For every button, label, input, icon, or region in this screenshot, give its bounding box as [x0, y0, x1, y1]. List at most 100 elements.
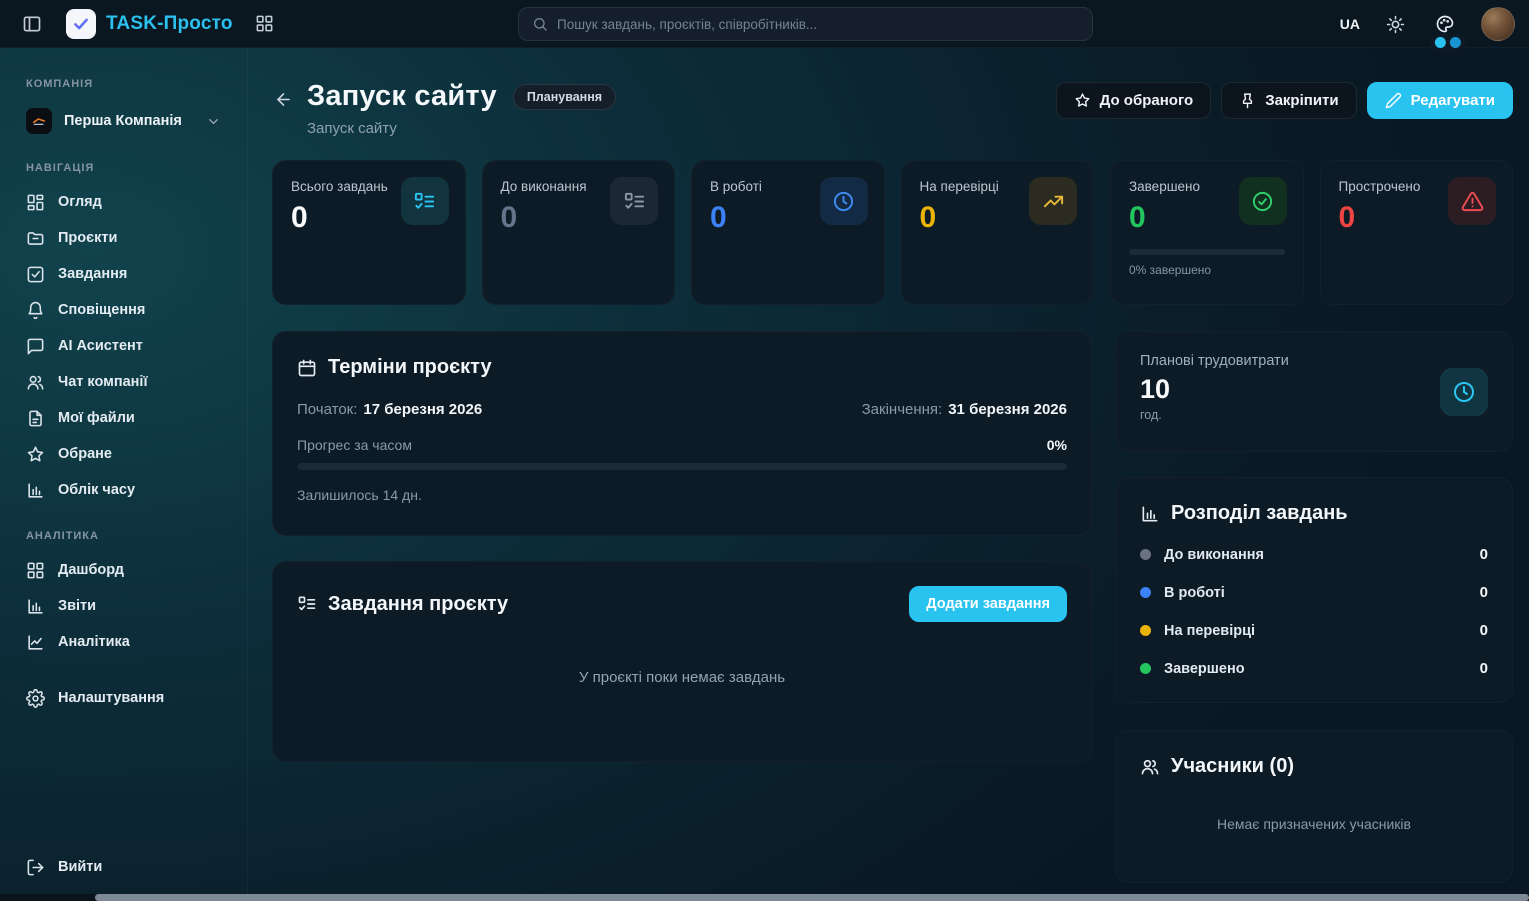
pin-button-label: Закріпити — [1265, 92, 1338, 109]
page-subtitle: Запуск сайту — [307, 120, 616, 137]
members-empty-state: Немає призначених учасників — [1140, 816, 1488, 832]
arrow-left-icon — [274, 90, 293, 109]
stat-card-review: На перевірці 0 — [901, 160, 1095, 305]
timeline-card-title: Терміни проєкту — [328, 356, 492, 379]
checklist-icon — [610, 177, 658, 225]
star-icon — [1074, 92, 1091, 109]
distribution-value: 0 — [1480, 584, 1488, 601]
effort-value: 10 — [1140, 374, 1488, 405]
sidebar-item-time-tracking[interactable]: Облік часу — [24, 472, 233, 508]
distribution-value: 0 — [1480, 546, 1488, 563]
sidebar-item-tasks[interactable]: Завдання — [24, 256, 233, 292]
sidebar-nav: Огляд Проєкти Завдання Сповіщення AI Аси… — [24, 184, 233, 508]
distribution-value: 0 — [1480, 660, 1488, 677]
user-avatar[interactable] — [1481, 7, 1515, 41]
nav-label: Облік часу — [58, 482, 135, 498]
topbar: TASK-Просто UA — [0, 0, 1529, 48]
pin-button[interactable]: Закріпити — [1221, 82, 1356, 119]
nav-label: Аналітика — [58, 634, 130, 650]
nav-section-label: НАВІГАЦІЯ — [26, 162, 233, 174]
apps-grid-button[interactable] — [251, 10, 278, 37]
company-selector[interactable]: Перша Компанія — [24, 100, 233, 150]
nav-label: AI Асистент — [58, 338, 143, 354]
sidebar-item-settings[interactable]: Налаштування — [24, 680, 233, 716]
palette-icon — [1435, 14, 1455, 34]
search-input[interactable] — [557, 17, 1079, 32]
distribution-row-done: Завершено 0 — [1140, 660, 1488, 677]
effort-unit: год. — [1140, 408, 1488, 422]
members-card-title: Учасники (0) — [1171, 755, 1294, 778]
nav-label: Огляд — [58, 194, 102, 210]
sidebar-item-my-files[interactable]: Мої файли — [24, 400, 233, 436]
edit-button-label: Редагувати — [1411, 92, 1495, 109]
calendar-icon — [297, 358, 317, 378]
sidebar-item-overview[interactable]: Огляд — [24, 184, 233, 220]
sidebar-item-dashboard[interactable]: Дашборд — [24, 552, 233, 588]
sidebar-toggle-button[interactable] — [18, 10, 46, 38]
tasks-card-title: Завдання проєкту — [328, 593, 508, 616]
horizontal-scrollbar[interactable] — [0, 894, 1529, 901]
project-tasks-card: Завдання проєкту Додати завдання У проєк… — [272, 561, 1092, 762]
start-date-label: Початок: — [297, 401, 357, 418]
nav-label: Проєкти — [58, 230, 117, 246]
sidebar-item-favorites[interactable]: Обране — [24, 436, 233, 472]
gear-icon — [26, 689, 45, 708]
add-task-button-label: Додати завдання — [926, 596, 1050, 612]
topbar-right: UA — [1340, 0, 1515, 48]
time-progress-value: 0% — [1047, 437, 1067, 453]
sidebar-item-projects[interactable]: Проєкти — [24, 220, 233, 256]
language-button[interactable]: UA — [1340, 16, 1360, 32]
brand[interactable]: TASK-Просто — [66, 9, 233, 39]
layout-grid-icon — [26, 561, 45, 580]
scrollbar-thumb[interactable] — [95, 894, 1529, 901]
stats-row: Всього завдань 0 До виконання 0 В роботі… — [272, 160, 1513, 305]
stat-card-in-progress: В роботі 0 — [691, 160, 885, 305]
stat-card-done: Завершено 0 0% завершено — [1110, 160, 1304, 305]
distribution-card-title: Розподіл завдань — [1171, 502, 1348, 525]
search-bar[interactable] — [518, 7, 1093, 41]
theme-toggle-button[interactable] — [1382, 11, 1409, 38]
layout-dashboard-icon — [26, 193, 45, 212]
checklist-icon — [401, 177, 449, 225]
time-progress-bar — [297, 463, 1067, 470]
status-dot-amber — [1140, 625, 1151, 636]
sidebar-item-notifications[interactable]: Сповіщення — [24, 292, 233, 328]
sidebar-item-analytics[interactable]: Аналітика — [24, 624, 233, 660]
clock-icon — [1440, 368, 1488, 416]
bar-chart-icon — [1140, 504, 1160, 524]
sidebar-item-ai-assistant[interactable]: AI Асистент — [24, 328, 233, 364]
trending-up-icon — [1029, 177, 1077, 225]
effort-label: Планові трудовитрати — [1140, 353, 1488, 369]
line-chart-icon — [26, 633, 45, 652]
nav-label: Вийти — [58, 859, 102, 875]
task-distribution-card: Розподіл завдань До виконання 0 В роботі… — [1115, 477, 1513, 703]
header-actions: До обраного Закріпити Редагувати — [1056, 82, 1513, 119]
edit-button[interactable]: Редагувати — [1367, 82, 1513, 119]
page-title: Запуск сайту — [307, 80, 497, 113]
clock-icon — [820, 177, 868, 225]
favorite-button[interactable]: До обраного — [1056, 82, 1212, 119]
sidebar-item-reports[interactable]: Звіти — [24, 588, 233, 624]
bell-icon — [26, 301, 45, 320]
logout-button[interactable]: Вийти — [24, 849, 233, 885]
sidebar-analytics-nav: Дашборд Звіти Аналітика — [24, 552, 233, 660]
distribution-label: В роботі — [1164, 585, 1480, 601]
company-name: Перша Компанія — [64, 113, 194, 129]
sidebar-item-company-chat[interactable]: Чат компанії — [24, 364, 233, 400]
company-section-label: КОМПАНІЯ — [26, 78, 233, 90]
distribution-label: До виконання — [1164, 547, 1480, 563]
status-badge: Планування — [513, 84, 616, 110]
nav-label: Звіти — [58, 598, 96, 614]
checklist-icon — [297, 594, 317, 614]
time-progress-label: Прогрес за часом — [297, 437, 412, 453]
add-task-button[interactable]: Додати завдання — [909, 586, 1067, 622]
nav-label: Сповіщення — [58, 302, 145, 318]
sidebar: КОМПАНІЯ Перша Компанія НАВІГАЦІЯ Огляд … — [0, 48, 248, 901]
stat-card-total: Всього завдань 0 — [272, 160, 466, 305]
remaining-days: Залишилось 14 дн. — [297, 487, 1067, 503]
status-dot-green — [1140, 663, 1151, 674]
back-button[interactable] — [274, 90, 293, 109]
stat-card-overdue: Прострочено 0 — [1320, 160, 1514, 305]
project-timeline-card: Терміни проєкту Початок:17 березня 2026 … — [272, 331, 1092, 536]
distribution-row-todo: До виконання 0 — [1140, 546, 1488, 563]
